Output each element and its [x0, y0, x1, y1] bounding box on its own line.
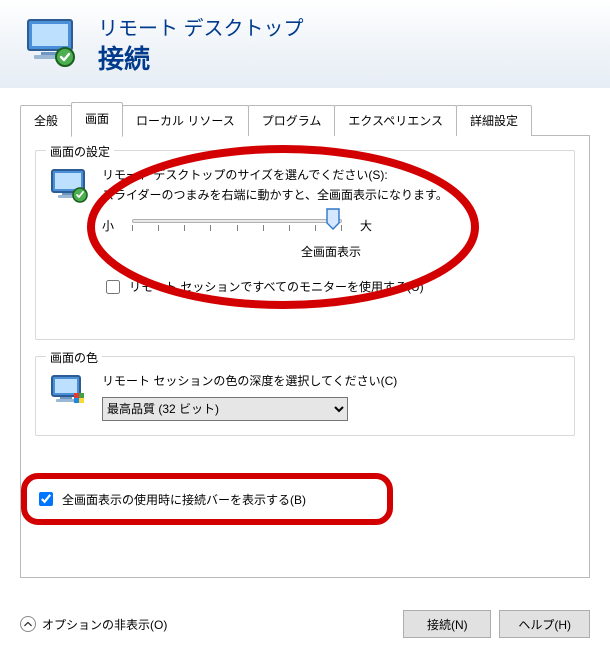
- header: リモート デスクトップ 接続: [0, 0, 610, 88]
- connection-bar-checkbox[interactable]: 全画面表示の使用時に接続バーを表示する(B): [35, 489, 306, 509]
- tab-programs[interactable]: プログラム: [248, 105, 336, 136]
- tab-advanced[interactable]: 詳細設定: [456, 105, 532, 136]
- use-all-monitors-checkbox[interactable]: リモート セッションですべてのモニターを使用する(U): [102, 277, 424, 297]
- options-expander[interactable]: オプションの非表示(O): [20, 616, 167, 633]
- tab-display[interactable]: 画面: [71, 102, 123, 137]
- app-name: リモート デスクトップ: [98, 12, 304, 41]
- display-color-group: 画面の色 リモート セッションの色の深度を選択してください(: [35, 356, 575, 436]
- color-depth-label: リモート セッションの色の深度を選択してください(C): [102, 371, 560, 391]
- connection-bar-label: 全画面表示の使用時に接続バーを表示する(B): [62, 491, 306, 508]
- display-color-title: 画面の色: [46, 349, 102, 366]
- display-size-slider[interactable]: [132, 219, 342, 233]
- color-palette-icon: [50, 371, 90, 411]
- display-settings-title: 画面の設定: [46, 143, 114, 160]
- color-depth-select[interactable]: 最高品質 (32 ビット): [102, 397, 348, 421]
- rdp-icon: [24, 16, 80, 72]
- slider-min-label: 小: [102, 216, 114, 236]
- options-expander-label: オプションの非表示(O): [42, 616, 167, 633]
- display-settings-group: 画面の設定 リモート デスクトップのサイズを選んでください(S): スライダーの…: [35, 150, 575, 340]
- connect-button[interactable]: 接続(N): [403, 610, 491, 638]
- display-size-label: リモート デスクトップのサイズを選んでください(S):: [102, 165, 560, 185]
- slider-value-label: 全画面表示: [102, 242, 560, 262]
- slider-max-label: 大: [360, 216, 372, 236]
- tab-strip: 全般 画面 ローカル リソース プログラム エクスペリエンス 詳細設定: [20, 104, 590, 136]
- tab-experience[interactable]: エクスペリエンス: [334, 105, 457, 136]
- display-size-hint: スライダーのつまみを右端に動かすと、全画面表示になります。: [102, 185, 560, 205]
- use-all-monitors-input[interactable]: [106, 280, 120, 294]
- connection-bar-input[interactable]: [39, 492, 53, 506]
- help-button[interactable]: ヘルプ(H): [499, 610, 590, 638]
- tab-general[interactable]: 全般: [20, 105, 72, 136]
- page-title: 接続: [98, 39, 304, 76]
- monitor-icon: [50, 165, 90, 205]
- slider-thumb-icon[interactable]: [326, 208, 340, 230]
- footer: オプションの非表示(O) 接続(N) ヘルプ(H): [20, 610, 590, 638]
- display-panel: 画面の設定 リモート デスクトップのサイズを選んでください(S): スライダーの…: [20, 136, 590, 578]
- tab-local[interactable]: ローカル リソース: [122, 105, 249, 136]
- use-all-monitors-label: リモート セッションですべてのモニターを使用する(U): [129, 277, 424, 297]
- chevron-up-icon: [20, 616, 36, 632]
